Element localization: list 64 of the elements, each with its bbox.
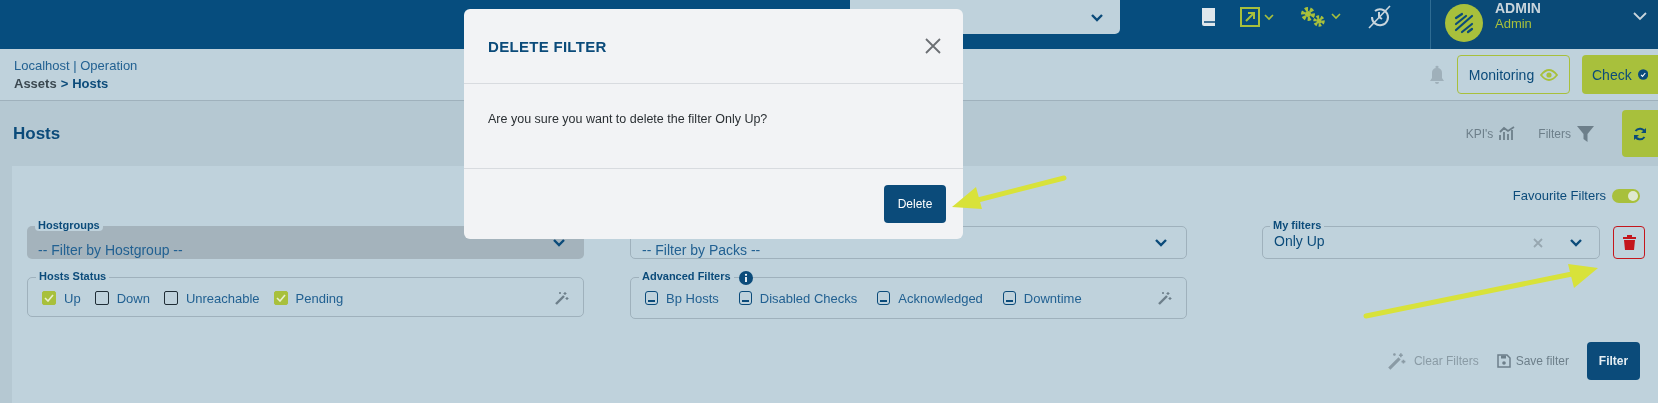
funnel-icon (1577, 125, 1594, 142)
tri-state-checkbox[interactable] (1002, 291, 1016, 305)
monitoring-button[interactable]: Monitoring (1457, 55, 1570, 94)
chart-icon (1499, 126, 1517, 141)
dialog-message: Are you sure you want to delete the filter Only Up? (488, 112, 768, 126)
dialog-title: DELETE FILTER (488, 37, 607, 55)
my-filters-label: My filters (1270, 219, 1325, 231)
tri-state-checkbox[interactable] (877, 291, 891, 305)
kpis-button[interactable]: KPI's (1461, 126, 1521, 141)
breadcrumb-parent[interactable]: Assets (14, 76, 57, 91)
chevron-down-icon (552, 238, 566, 247)
breadcrumb-current: Hosts (72, 76, 109, 91)
user-menu[interactable]: ADMIN Admin (1430, 0, 1658, 49)
checkbox-label: Unreachable (185, 290, 260, 306)
packs-placeholder: -- Filter by Packs -- (642, 241, 761, 258)
checkbox-label: Downtime (1023, 290, 1082, 306)
delete-button[interactable]: Delete (884, 185, 946, 223)
refresh-icon (1633, 126, 1647, 141)
check-circle-icon (1637, 66, 1648, 83)
checkbox[interactable] (163, 291, 178, 305)
checkbox-label: Down (116, 290, 150, 306)
breadcrumb-separator: > (60, 76, 69, 91)
chevron-down-icon (1090, 12, 1104, 22)
checkbox[interactable] (273, 291, 288, 305)
chevron-down-icon (1154, 238, 1168, 247)
checkbox-label: Up (64, 290, 81, 306)
my-filters-value: Only Up (1274, 232, 1325, 249)
tri-state-checkbox[interactable] (645, 291, 658, 305)
checkbox-label: Acknowledged (898, 290, 983, 306)
refresh-button[interactable] (1622, 110, 1658, 157)
favourite-filters-toggle[interactable] (1612, 188, 1640, 203)
magic-wand-icon (1387, 352, 1406, 370)
network-logo-icon (1445, 4, 1483, 42)
checkbox-label: Disabled Checks (759, 290, 858, 306)
magic-wand-icon[interactable] (555, 291, 569, 305)
hosts-status-label: Hosts Status (36, 270, 110, 282)
eye-icon (1540, 68, 1559, 81)
trash-icon (1622, 235, 1636, 250)
delete-filter-button[interactable] (1613, 226, 1645, 259)
favourite-filters-label: Favourite Filters (1512, 188, 1606, 203)
history-off-icon[interactable] (1366, 4, 1392, 30)
user-role: Admin (1495, 16, 1533, 31)
tri-state-checkbox[interactable] (738, 291, 752, 305)
save-filter-button[interactable]: Save filter (1496, 354, 1569, 368)
info-icon[interactable] (739, 271, 753, 285)
filters-button[interactable]: Filters (1534, 125, 1598, 142)
chevron-down-icon (1632, 11, 1648, 21)
filter-button[interactable]: Filter (1587, 342, 1640, 380)
page-title: Hosts (13, 123, 61, 144)
check-button[interactable]: Check (1582, 55, 1658, 94)
hostgroups-label: Hostgroups (35, 219, 103, 231)
advanced-filters-label: Advanced Filters (639, 270, 734, 282)
checkbox-label: Bp Hosts (666, 290, 719, 306)
user-name: ADMIN (1495, 0, 1541, 16)
close-icon[interactable] (925, 38, 941, 54)
checkbox[interactable] (94, 291, 109, 305)
breadcrumb-context[interactable]: Localhost | Operation (14, 58, 138, 73)
hostgroup-placeholder: -- Filter by Hostgroup -- (38, 241, 183, 258)
gears-icon[interactable] (1300, 6, 1344, 28)
checkbox-label: Pending (295, 290, 344, 306)
chevron-down-icon (1569, 238, 1583, 247)
book-icon[interactable] (1200, 6, 1218, 28)
magic-wand-icon[interactable] (1158, 291, 1172, 305)
checkbox[interactable] (42, 291, 56, 305)
